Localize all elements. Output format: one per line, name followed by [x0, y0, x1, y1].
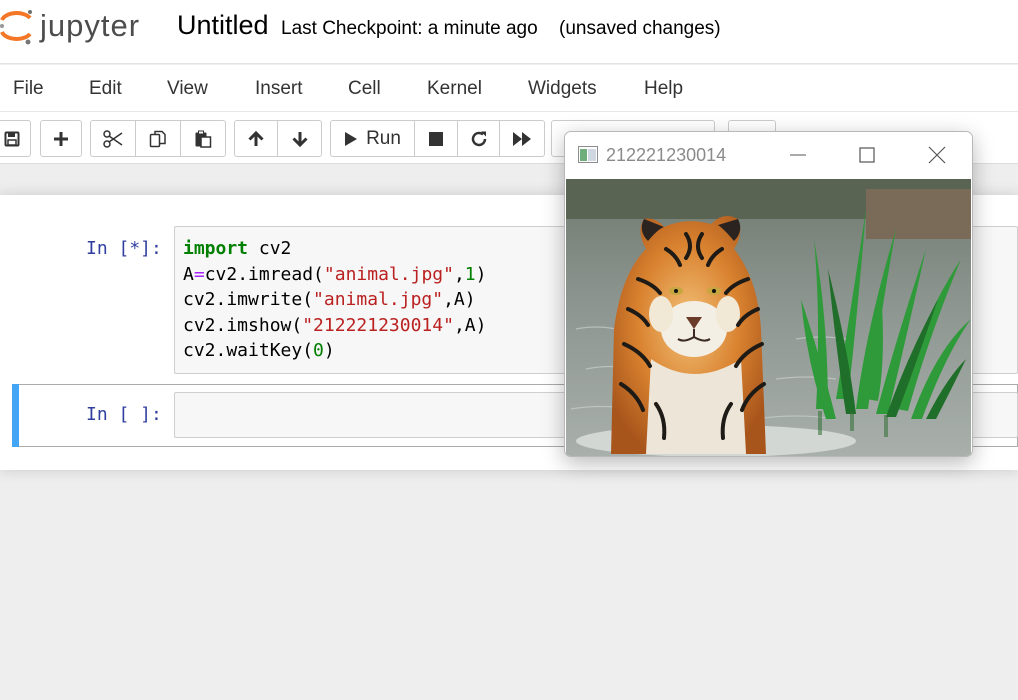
run-label: Run [366, 127, 401, 149]
run-group: Run [330, 120, 545, 157]
restart-run-all-button[interactable] [500, 121, 544, 156]
logo-text: jupyter [40, 8, 141, 43]
move-group [234, 120, 322, 157]
move-up-button[interactable] [235, 121, 278, 156]
menu-cell[interactable]: Cell [348, 78, 381, 100]
restart-icon [471, 131, 486, 146]
plus-icon [54, 131, 68, 146]
arrow-down-icon [291, 131, 308, 147]
copy-icon [149, 130, 166, 147]
menu-view[interactable]: View [167, 78, 208, 100]
run-button[interactable]: Run [331, 121, 415, 156]
insert-group [40, 120, 82, 157]
opencv-image-window[interactable]: 212221230014 [564, 131, 973, 457]
menubar: File Edit View Insert Cell Kernel Widget… [0, 65, 1018, 112]
checkpoint-status: Last Checkpoint: a minute ago [281, 18, 538, 39]
code-line: cv2.imwrite("animal.jpg",A) [183, 289, 476, 310]
code-line: cv2.imshow("212221230014",A) [183, 314, 487, 336]
save-button[interactable] [0, 121, 30, 156]
copy-button[interactable] [136, 121, 181, 156]
code-block: import cv2 A=cv2.imread("animal.jpg",1) … [183, 236, 486, 364]
menu-edit[interactable]: Edit [89, 78, 122, 100]
close-icon[interactable] [926, 144, 948, 166]
notebook-name[interactable]: Untitled [177, 10, 269, 41]
tiger-image [566, 179, 971, 456]
cut-icon [103, 129, 123, 148]
arrow-up-icon [248, 130, 264, 146]
notebook-header: jupyter Untitled Last Checkpoint: a minu… [0, 0, 1018, 64]
save-group [0, 120, 31, 157]
paste-button[interactable] [181, 121, 225, 156]
restart-button[interactable] [458, 121, 500, 156]
menu-widgets[interactable]: Widgets [528, 78, 597, 100]
code-line: cv2.waitKey(0) [183, 340, 335, 361]
maximize-icon[interactable] [856, 144, 878, 166]
selected-cell-indicator [12, 384, 19, 447]
cell-prompt-running: In [*]: [86, 238, 162, 259]
autosave-status: (unsaved changes) [559, 18, 721, 39]
stop-icon [429, 131, 443, 146]
cell-prompt-empty: In [ ]: [86, 404, 162, 425]
menu-file[interactable]: File [13, 78, 44, 100]
code-line: A=cv2.imread("animal.jpg",1) [183, 263, 487, 285]
fast-forward-icon [513, 131, 531, 146]
menu-insert[interactable]: Insert [255, 78, 303, 100]
window-title: 212221230014 [606, 145, 727, 165]
insert-cell-button[interactable] [41, 121, 81, 156]
cut-button[interactable] [91, 121, 136, 156]
menu-help[interactable]: Help [644, 78, 683, 100]
code-line: import cv2 [183, 238, 292, 259]
tiger-photo [566, 179, 971, 456]
play-icon [345, 131, 358, 146]
move-down-button[interactable] [278, 121, 321, 156]
window-app-icon [578, 146, 598, 163]
menu-kernel[interactable]: Kernel [427, 78, 482, 100]
jupyter-logo-icon [0, 10, 32, 45]
jupyter-logo[interactable]: jupyter [0, 6, 140, 46]
edit-group [90, 120, 226, 157]
interrupt-button[interactable] [415, 121, 458, 156]
save-icon [4, 131, 19, 146]
minimize-icon[interactable] [787, 144, 809, 166]
window-titlebar[interactable]: 212221230014 [565, 132, 972, 178]
paste-icon [195, 130, 212, 148]
